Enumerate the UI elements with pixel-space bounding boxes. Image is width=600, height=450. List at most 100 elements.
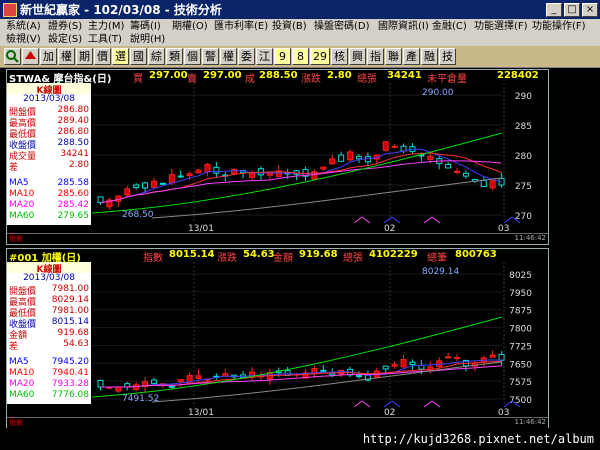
- menu-invest[interactable]: 投資(B): [272, 20, 307, 33]
- panel2-candle: [150, 379, 157, 384]
- panel2-rows-value: 7981.00: [51, 284, 89, 294]
- toolbar-btn-21[interactable]: 融: [421, 48, 438, 65]
- toolbar-btn-15[interactable]: 29: [310, 48, 330, 65]
- window-title: 新世紀贏家 - 102/03/08 - 技術分析: [20, 3, 222, 17]
- toolbar-btn-17[interactable]: 興: [349, 48, 366, 65]
- panel1-candle: [168, 174, 175, 184]
- panel1-rows-row: 最高價 289.40: [7, 116, 91, 129]
- panel1-header: STWA& 摩台指&(日) 買 297.00 賣 297.00 成 288.50…: [7, 70, 548, 85]
- menu-options[interactable]: 期權(O): [172, 20, 208, 33]
- watermark-url: http://kujd3268.pixnet.net/album: [0, 428, 600, 450]
- panel2-ma-row: MA60 7776.08: [7, 390, 91, 401]
- panel1-oi: 228402: [497, 70, 539, 81]
- toolbar-btn-9[interactable]: 警: [202, 48, 219, 65]
- toolbar-btn-13[interactable]: 9: [274, 48, 291, 65]
- panel1-x-tick: 03: [498, 224, 509, 233]
- toolbar-btn-12[interactable]: 江: [256, 48, 273, 65]
- toolbar-btn-4[interactable]: 選: [112, 48, 129, 65]
- panel1-rows-label: 差: [9, 163, 19, 173]
- toolbar-btn-7[interactable]: 類: [166, 48, 183, 65]
- panel1-candle: [320, 166, 327, 170]
- panel2-candle: [168, 385, 175, 388]
- menu-view[interactable]: 檢視(V): [6, 33, 41, 46]
- menu-tools[interactable]: 工具(T): [88, 33, 122, 46]
- toolbar-btn-14[interactable]: 8: [292, 48, 309, 65]
- panel1-ma-row: MA5 285.58: [7, 178, 91, 189]
- panel2-candle: [115, 386, 122, 392]
- menu-intl[interactable]: 國際資訊(I): [378, 20, 429, 33]
- toolbar-btn-1[interactable]: 權: [58, 48, 75, 65]
- panel1-ma-label: MA60: [9, 211, 35, 221]
- toolbar-btn-2[interactable]: 期: [76, 48, 93, 65]
- toolbar-btn-19[interactable]: 聯: [385, 48, 402, 65]
- maximize-button[interactable]: □: [564, 2, 580, 17]
- menu-chips[interactable]: 籌碼(I): [130, 20, 161, 33]
- panel1-ma-row: MA60 279.65: [7, 211, 91, 222]
- panel1-candle: [427, 155, 434, 160]
- panel2-footer: 指數 11:46:42: [7, 417, 548, 428]
- panel1-rows-label: 最低價: [9, 130, 37, 140]
- panel2-y-tick: 7650: [509, 360, 532, 370]
- panel1-candle: [355, 155, 362, 160]
- toolbar-btn-5[interactable]: 國: [130, 48, 147, 65]
- toolbar-btn-11[interactable]: 委: [238, 48, 255, 65]
- toolbar-btn-20[interactable]: 產: [403, 48, 420, 65]
- menu-function-op[interactable]: 功能操作(F): [532, 20, 586, 33]
- panel2-candle: [320, 369, 327, 372]
- panel2-y-tick: 7725: [509, 342, 532, 352]
- panel1-sell: 297.00: [203, 70, 242, 81]
- toolbar-btn-18[interactable]: 指: [367, 48, 384, 65]
- panel2-ma-value: 7945.20: [51, 357, 89, 367]
- menu-function-select[interactable]: 功能選擇(F): [474, 20, 528, 33]
- menu-trade-code[interactable]: 操盤密碼(D): [314, 20, 370, 33]
- panel2-signal-mark: [383, 400, 401, 408]
- panel2-idx: 8015.14: [169, 249, 215, 260]
- panel2-rows-value: 8029.14: [51, 295, 89, 305]
- panel1-low-label: 268.50: [122, 210, 154, 220]
- panel1-chart[interactable]: 29028528027527013/01 02 03290.00268.50: [92, 83, 548, 233]
- panel2-rows-label: 金額: [9, 331, 28, 341]
- toolbar-btn-16[interactable]: 核: [331, 48, 348, 65]
- panel2-candle: [391, 364, 398, 367]
- panel1-signal-mark: [353, 216, 371, 224]
- panel2-rows-label: 最高價: [9, 298, 37, 308]
- panel2-ma-label: MA20: [9, 379, 35, 389]
- toolbar-btn-6[interactable]: 綜: [148, 48, 165, 65]
- panel1-rows-label: 成交量: [9, 152, 37, 162]
- panel2-clock: 11:46:42: [514, 418, 546, 426]
- menu-help[interactable]: 說明(H): [130, 33, 165, 46]
- menu-forex[interactable]: 匯市利率(E): [214, 20, 268, 33]
- panel1-ma20-line: [100, 160, 502, 204]
- panel2-candle: [418, 364, 425, 370]
- panel2-chart[interactable]: 8025795078757800772576507575750013/01 02 0…: [92, 262, 548, 417]
- menu-securities[interactable]: 證券(S): [48, 20, 82, 33]
- menu-main[interactable]: 主力(M): [88, 20, 124, 33]
- menu-finance[interactable]: 金融(C): [432, 20, 467, 33]
- panel1-info-box: K線圖 2013/03/08 開盤價 286.80 最高價 289.40 最低價 286.…: [7, 83, 91, 225]
- close-button[interactable]: ×: [582, 2, 598, 17]
- panel2-y-tick: 7950: [509, 289, 532, 299]
- panel1-y-tick: 290: [515, 92, 532, 102]
- panel1-candle: [391, 145, 398, 148]
- chart-panel-taiex: #001 加權(日) 指數 8015.14 漲跌 54.63 金額 919.68…: [6, 248, 549, 428]
- menu-settings[interactable]: 設定(S): [48, 33, 82, 46]
- panel2-rows-row: 最高價 8029.14: [7, 295, 91, 308]
- panel1-clock: 11:46:42: [514, 234, 546, 242]
- panel2-ma-value: 7776.08: [51, 390, 89, 400]
- panel1-info-date: 2013/03/08: [23, 94, 75, 104]
- minimize-button[interactable]: _: [546, 2, 562, 17]
- up-arrow-icon[interactable]: [22, 48, 39, 65]
- panel1-candle: [338, 154, 345, 162]
- panel2-signal-mark: [353, 400, 371, 408]
- panel2-candle: [445, 356, 452, 359]
- toolbar-btn-10[interactable]: 權: [220, 48, 237, 65]
- toolbar-btn-0[interactable]: 加: [40, 48, 57, 65]
- panel2-rows-row: 收盤價 8015.14: [7, 317, 91, 330]
- toolbar-btn-22[interactable]: 技: [439, 48, 456, 65]
- search-icon[interactable]: [4, 48, 21, 65]
- toolbar-btn-3[interactable]: 價: [94, 48, 111, 65]
- panel1-rows-value: 289.40: [57, 116, 90, 126]
- toolbar-btn-8[interactable]: 個: [184, 48, 201, 65]
- panel1-ma-value: 285.58: [57, 178, 90, 188]
- menu-system[interactable]: 系統(A): [6, 20, 41, 33]
